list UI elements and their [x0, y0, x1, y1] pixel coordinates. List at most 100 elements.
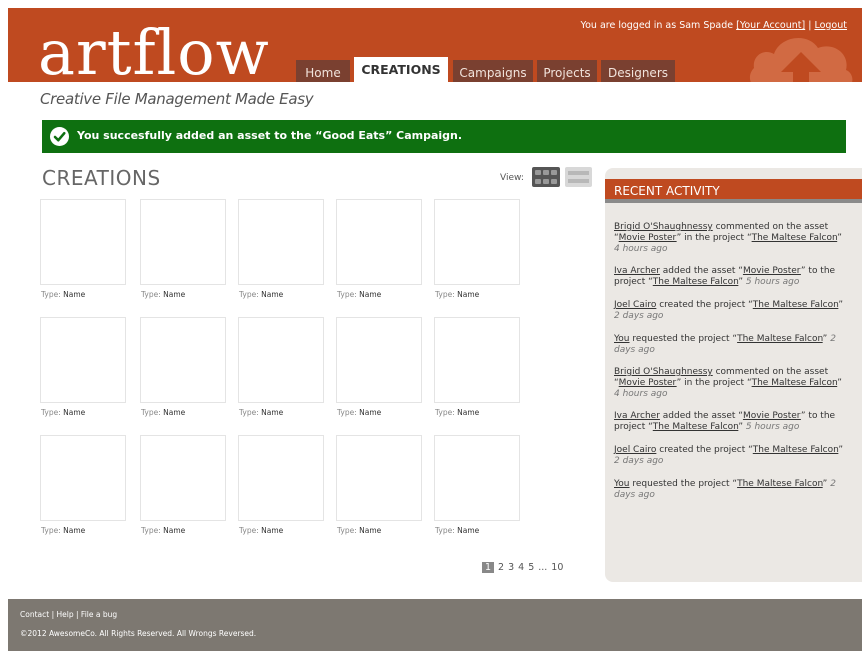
file-bug-link[interactable]: File a bug — [81, 610, 117, 619]
activity-text: ” — [837, 378, 842, 388]
activity-project-link[interactable]: The Maltese Falcon — [653, 422, 739, 432]
page-current[interactable]: 1 — [482, 562, 495, 573]
creation-thumbnail[interactable] — [434, 435, 520, 521]
creation-name[interactable]: Name — [163, 526, 185, 535]
creation-name[interactable]: Name — [457, 526, 479, 535]
creation-name[interactable]: Name — [261, 290, 283, 299]
grid-view-icon[interactable] — [532, 167, 560, 187]
activity-user-link[interactable]: Brigid O'Shaughnessy — [614, 222, 713, 232]
type-label: Type: — [41, 526, 61, 535]
activity-asset-link[interactable]: Movie Poster — [619, 378, 677, 388]
activity-project-link[interactable]: The Maltese Falcon — [753, 300, 839, 310]
creation-name[interactable]: Name — [163, 408, 185, 417]
creation-caption: Type: Name — [337, 408, 381, 417]
activity-project-link[interactable]: The Maltese Falcon — [737, 334, 823, 344]
activity-text: requested the project “ — [629, 479, 738, 489]
activity-user-link[interactable]: Joel Cairo — [614, 445, 656, 455]
type-label: Type: — [337, 526, 357, 535]
creation-thumbnail[interactable] — [40, 199, 126, 285]
creation-caption: Type: Name — [41, 408, 85, 417]
creation-name[interactable]: Name — [163, 290, 185, 299]
activity-item: You requested the project “The Maltese F… — [614, 479, 850, 501]
activity-time: 5 hours ago — [745, 277, 800, 287]
type-label: Type: — [41, 408, 61, 417]
contact-link[interactable]: Contact — [20, 610, 49, 619]
activity-text: ” in the project “ — [676, 233, 752, 243]
view-label: View: — [500, 173, 524, 183]
page-link[interactable]: 2 — [498, 562, 504, 573]
tab-projects[interactable]: Projects — [537, 60, 597, 82]
creation-thumbnail[interactable] — [140, 199, 226, 285]
creation-thumbnail[interactable] — [336, 317, 422, 403]
creation-name[interactable]: Name — [63, 408, 85, 417]
page-link-last[interactable]: 10 — [551, 562, 563, 573]
site-footer: Contact | Help | File a bug ©2012 Awesom… — [8, 599, 862, 651]
type-label: Type: — [239, 408, 259, 417]
creation-caption: Type: Name — [435, 526, 479, 535]
activity-project-link[interactable]: The Maltese Falcon — [752, 233, 838, 243]
activity-user-link[interactable]: Iva Archer — [614, 266, 660, 276]
creation-name[interactable]: Name — [359, 290, 381, 299]
creation-name[interactable]: Name — [63, 526, 85, 535]
creation-name[interactable]: Name — [457, 290, 479, 299]
activity-asset-link[interactable]: Movie Poster — [743, 266, 801, 276]
activity-project-link[interactable]: The Maltese Falcon — [737, 479, 823, 489]
type-label: Type: — [141, 290, 161, 299]
type-label: Type: — [337, 290, 357, 299]
recent-activity-panel: RECENT ACTIVITY Brigid O'Shaughnessy com… — [605, 168, 862, 582]
creation-name[interactable]: Name — [63, 290, 85, 299]
activity-text: ” — [738, 422, 744, 432]
activity-project-link[interactable]: The Maltese Falcon — [753, 445, 839, 455]
creation-name[interactable]: Name — [359, 526, 381, 535]
activity-text: ” — [838, 445, 844, 455]
help-link[interactable]: Help — [57, 610, 74, 619]
creation-thumbnail[interactable] — [238, 317, 324, 403]
creation-thumbnail[interactable] — [238, 199, 324, 285]
creation-thumbnail[interactable] — [40, 317, 126, 403]
creation-thumbnail[interactable] — [434, 199, 520, 285]
type-label: Type: — [239, 290, 259, 299]
creation-name[interactable]: Name — [457, 408, 479, 417]
logo[interactable]: artflow — [38, 16, 270, 82]
creation-caption: Type: Name — [239, 290, 283, 299]
logout-link[interactable]: Logout — [814, 20, 847, 31]
activity-text: ” — [822, 479, 828, 489]
activity-asset-link[interactable]: Movie Poster — [619, 233, 677, 243]
your-account-link[interactable]: [Your Account] — [736, 20, 805, 31]
activity-text: added the asset “ — [659, 411, 743, 421]
page-link[interactable]: 3 — [508, 562, 514, 573]
activity-text: created the project “ — [656, 445, 753, 455]
activity-text: ” — [738, 277, 744, 287]
tab-campaigns[interactable]: Campaigns — [453, 60, 533, 82]
tab-designers[interactable]: Designers — [601, 60, 675, 82]
activity-user-link[interactable]: You — [614, 334, 630, 344]
creation-name[interactable]: Name — [359, 408, 381, 417]
activity-user-link[interactable]: You — [614, 479, 630, 489]
list-view-icon[interactable] — [565, 167, 592, 187]
creation-thumbnail[interactable] — [40, 435, 126, 521]
creation-thumbnail[interactable] — [434, 317, 520, 403]
creation-thumbnail[interactable] — [140, 317, 226, 403]
page-link[interactable]: 5 — [528, 562, 534, 573]
creation-name[interactable]: Name — [261, 408, 283, 417]
creation-name[interactable]: Name — [261, 526, 283, 535]
activity-project-link[interactable]: The Maltese Falcon — [653, 277, 739, 287]
activity-user-link[interactable]: Joel Cairo — [614, 300, 656, 310]
creation-thumbnail[interactable] — [140, 435, 226, 521]
creation-thumbnail[interactable] — [238, 435, 324, 521]
page-link[interactable]: 4 — [518, 562, 524, 573]
creation-caption: Type: Name — [337, 526, 381, 535]
creation-thumbnail[interactable] — [336, 199, 422, 285]
activity-user-link[interactable]: Brigid O'Shaughnessy — [614, 367, 713, 377]
creation-thumbnail[interactable] — [336, 435, 422, 521]
tab-home[interactable]: Home — [296, 60, 350, 82]
activity-text: created the project “ — [656, 300, 753, 310]
activity-asset-link[interactable]: Movie Poster — [743, 411, 801, 421]
separator: | — [76, 610, 79, 619]
type-label: Type: — [41, 290, 61, 299]
separator: | — [51, 610, 55, 619]
page-ellipsis: ... — [538, 562, 548, 573]
activity-user-link[interactable]: Iva Archer — [614, 411, 660, 421]
activity-project-link[interactable]: The Maltese Falcon — [752, 378, 838, 388]
tab-creations[interactable]: CREATIONS — [354, 57, 448, 82]
